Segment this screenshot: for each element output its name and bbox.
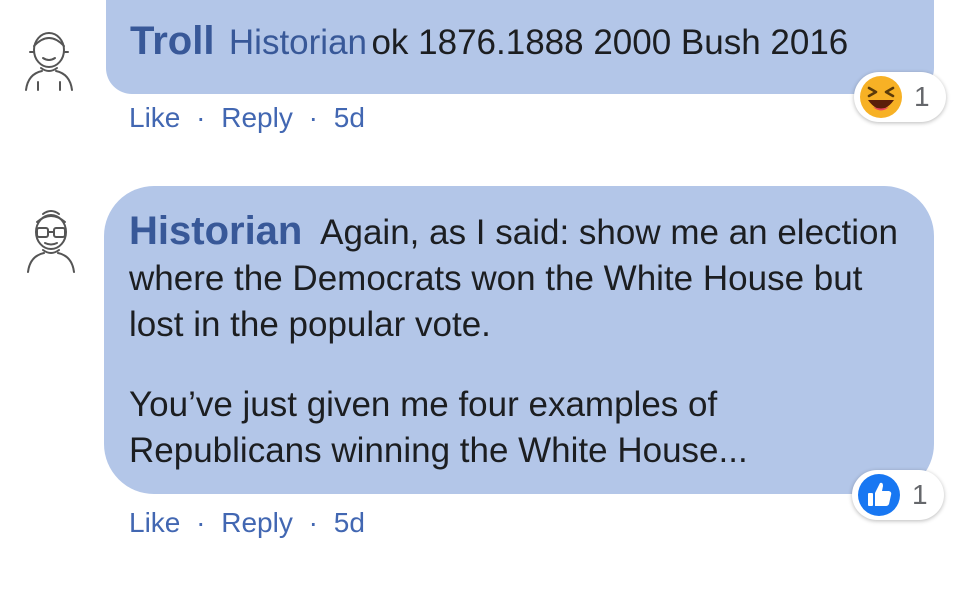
- comment-bubble: Historian Again, as I said: show me an e…: [104, 186, 934, 494]
- timestamp[interactable]: 5d: [334, 102, 365, 133]
- like-link[interactable]: Like: [129, 102, 180, 133]
- reply-link[interactable]: Reply: [221, 507, 293, 538]
- avatar[interactable]: [14, 24, 84, 94]
- reaction-count: 1: [912, 479, 928, 510]
- like-link[interactable]: Like: [129, 507, 180, 538]
- avatar[interactable]: [16, 206, 86, 276]
- comment-bubble: Troll Historian ok 1876.1888 2000 Bush 2…: [106, 0, 934, 94]
- comment-paragraph: You’ve just given me four examples of Re…: [129, 385, 748, 470]
- comment-author[interactable]: Troll: [130, 19, 214, 63]
- separator: ·: [196, 102, 206, 133]
- mention-link[interactable]: Historian: [229, 23, 367, 62]
- user-avatar-icon: [27, 210, 75, 273]
- comment-text: ok 1876.1888 2000 Bush 2016: [371, 23, 849, 62]
- reaction-count: 1: [914, 81, 930, 112]
- comment-author[interactable]: Historian: [129, 209, 302, 253]
- user-avatar-icon: [25, 32, 73, 91]
- like-thumb-icon: [858, 474, 900, 516]
- separator: ·: [308, 102, 318, 133]
- comment-actions: Like · Reply · 5d: [129, 507, 365, 539]
- comment-actions: Like · Reply · 5d: [129, 102, 365, 134]
- reply-link[interactable]: Reply: [221, 102, 293, 133]
- timestamp[interactable]: 5d: [334, 507, 365, 538]
- comment-paragraph: Historian Again, as I said: show me an e…: [129, 208, 910, 348]
- separator: ·: [308, 507, 318, 538]
- haha-icon: [860, 76, 902, 118]
- reaction-summary[interactable]: 1: [854, 72, 946, 122]
- separator: ·: [196, 507, 206, 538]
- reaction-summary[interactable]: 1: [852, 470, 944, 520]
